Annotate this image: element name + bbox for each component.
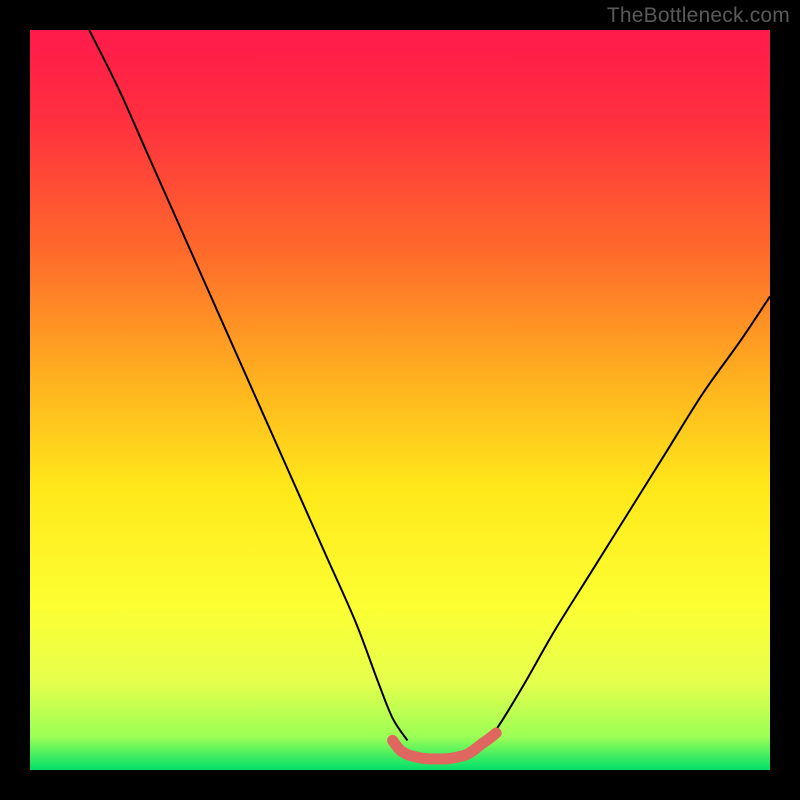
chart-stage: TheBottleneck.com bbox=[0, 0, 800, 800]
plot-area bbox=[30, 30, 770, 770]
watermark-text: TheBottleneck.com bbox=[607, 4, 790, 28]
plot-svg bbox=[30, 30, 770, 770]
